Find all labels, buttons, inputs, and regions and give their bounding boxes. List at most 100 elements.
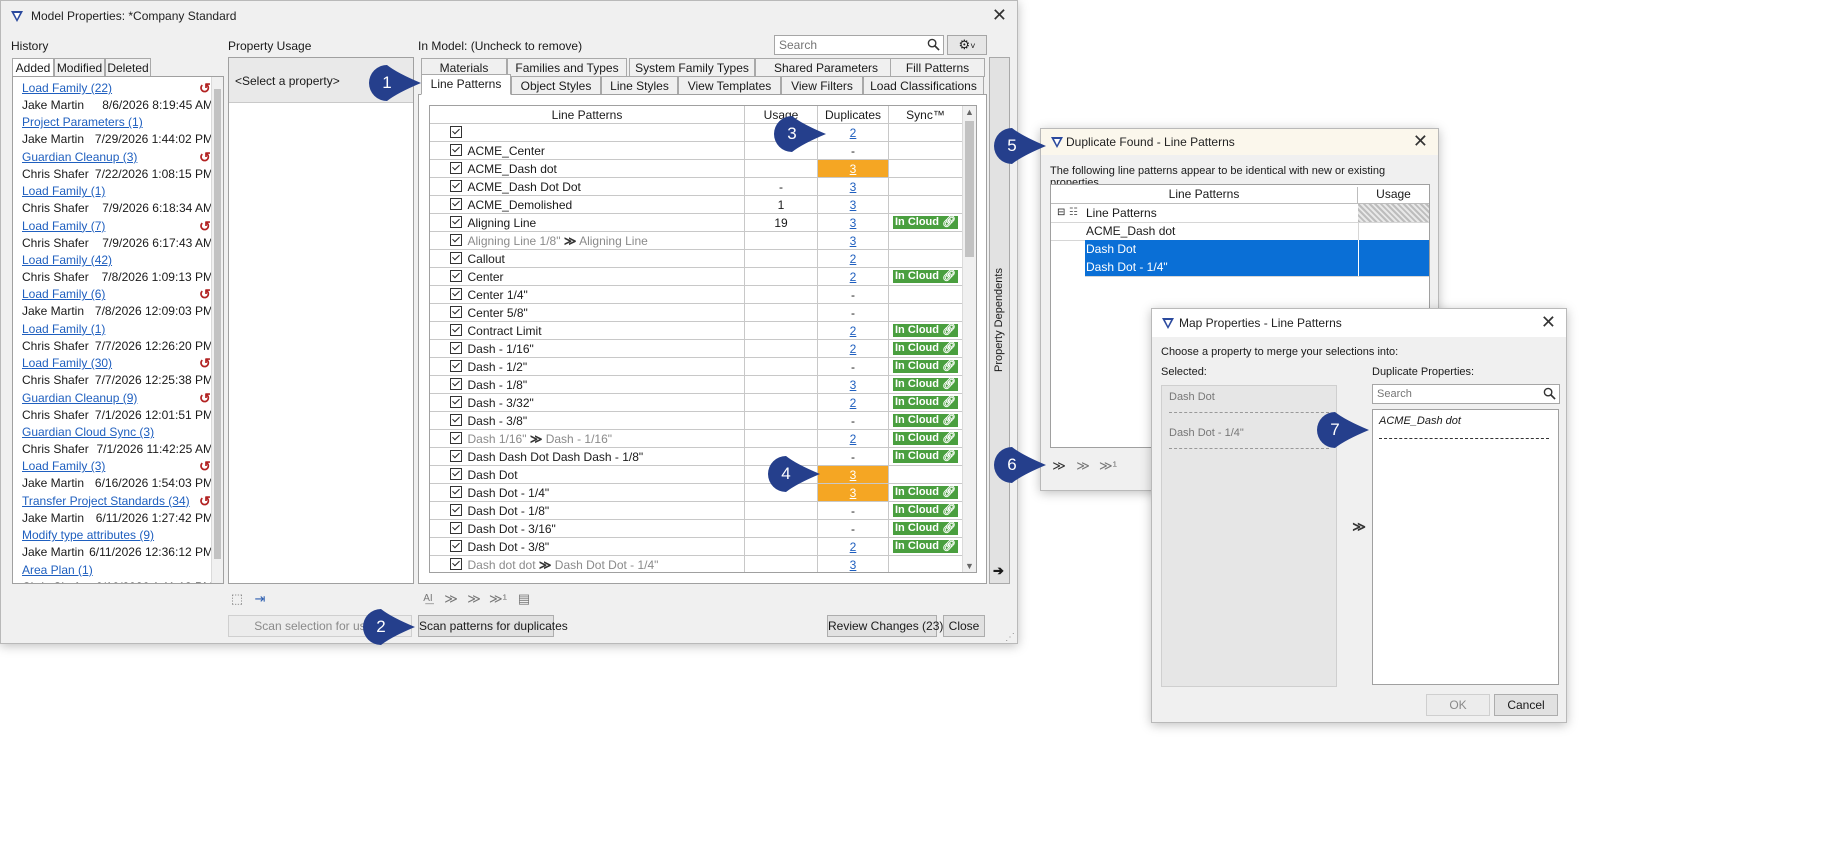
history-item[interactable]: Transfer Project Standards (34) ↺ Jake Ma… <box>13 492 213 526</box>
history-title[interactable]: Guardian Cleanup (3) <box>22 150 137 164</box>
tab-system-family-types[interactable]: System Family Types <box>629 58 755 77</box>
table-row[interactable]: ACME_Center - <box>430 141 963 160</box>
table-row[interactable]: Dash Dot - 1/8" - In Cloud 🔗︎ <box>430 501 963 520</box>
col-line-patterns[interactable]: Line Patterns <box>1051 187 1358 203</box>
tab-object-styles[interactable]: Object Styles <box>511 76 601 95</box>
map-one-icon[interactable]: ≫¹ <box>489 590 507 608</box>
duplicates-link[interactable]: 3 <box>850 162 857 176</box>
tree-item-dash-dot-quarter[interactable]: Dash Dot - 1/4" <box>1085 258 1429 277</box>
history-item[interactable]: Load Family (30) ↺ Chris Shafer 7/7/2026 … <box>13 354 213 388</box>
tab-view-templates[interactable]: View Templates <box>678 76 781 95</box>
history-title[interactable]: Load Family (6) <box>22 287 105 301</box>
map-selected-icon[interactable]: ≫ <box>1074 457 1092 475</box>
keep-checkbox[interactable] <box>449 521 462 534</box>
duplicates-link[interactable]: 3 <box>850 234 857 248</box>
keep-checkbox[interactable] <box>449 269 462 282</box>
search-input[interactable] <box>777 36 921 54</box>
close-icon[interactable]: ✕ <box>1541 312 1556 333</box>
table-row[interactable]: Aligning Line 1/8" ≫ Aligning Line 3 <box>430 231 963 250</box>
table-row[interactable]: Aligning Line 19 3 In Cloud 🔗︎ <box>430 213 963 232</box>
grid-scrollbar[interactable]: ▲ ▼ <box>962 106 976 572</box>
keep-checkbox[interactable] <box>449 323 462 336</box>
keep-checkbox[interactable] <box>449 377 462 390</box>
map-icon[interactable]: ≫ <box>1050 457 1068 475</box>
cancel-button[interactable]: Cancel <box>1494 694 1558 716</box>
settings-button[interactable]: ⚙˅ <box>947 35 987 55</box>
duplicate-search-box[interactable] <box>1372 384 1560 404</box>
history-item[interactable]: Project Parameters (1) Jake Martin 7/29/… <box>13 113 213 147</box>
scrollbar-thumb[interactable] <box>214 89 221 559</box>
history-title[interactable]: Load Family (3) <box>22 459 105 473</box>
keep-checkbox[interactable] <box>449 467 462 480</box>
table-row[interactable]: ACME_Demolished 1 3 <box>430 195 963 214</box>
tab-load-classifications[interactable]: Load Classifications <box>863 76 984 95</box>
tab-line-patterns[interactable]: Line Patterns <box>421 74 511 95</box>
history-item[interactable]: Modify type attributes (9) Jake Martin 6… <box>13 526 213 560</box>
scan-patterns-button[interactable]: Scan patterns for duplicates <box>418 615 568 637</box>
tree-item-dash-dot[interactable]: Dash Dot <box>1085 240 1429 259</box>
duplicates-link[interactable]: 2 <box>850 252 857 266</box>
table-row[interactable]: Dash Dash Dot Dash Dash - 1/8" - In Clou… <box>430 447 963 466</box>
search-icon[interactable] <box>927 38 940 51</box>
map-one-icon[interactable]: ≫¹ <box>1099 457 1117 475</box>
close-button[interactable]: Close <box>943 615 985 637</box>
duplicates-link[interactable]: 3 <box>850 198 857 212</box>
history-scrollbar[interactable] <box>211 77 223 583</box>
keep-checkbox[interactable] <box>449 251 462 264</box>
merge-arrow-icon[interactable]: ≫ <box>1350 518 1368 536</box>
keep-checkbox[interactable] <box>449 431 462 444</box>
table-row[interactable]: Dash 1/16" ≫ Dash - 1/16" 2 In Cloud 🔗︎ <box>430 429 963 448</box>
table-row[interactable]: Dash Dot - 3/8" 2 In Cloud 🔗︎ <box>430 537 963 556</box>
export-icon[interactable]: ⇥ <box>251 590 269 608</box>
map-icon[interactable]: ≫ <box>442 590 460 608</box>
keep-checkbox[interactable] <box>449 287 462 300</box>
keep-checkbox[interactable] <box>449 503 462 516</box>
close-icon[interactable]: ✕ <box>992 5 1007 26</box>
history-item[interactable]: Guardian Cleanup (9) ↺ Chris Shafer 7/1/2… <box>13 389 213 423</box>
table-row[interactable]: Center 2 In Cloud 🔗︎ <box>430 267 963 286</box>
table-row[interactable]: Center 1/4" - <box>430 285 963 304</box>
table-row[interactable]: Contract Limit 2 In Cloud 🔗︎ <box>430 321 963 340</box>
table-row[interactable]: Dash - 1/2" - In Cloud 🔗︎ <box>430 357 963 376</box>
table-row[interactable]: Dash - 1/8" 3 In Cloud 🔗︎ <box>430 375 963 394</box>
history-item[interactable]: Guardian Cleanup (3) ↺ Chris Shafer 7/22/… <box>13 148 213 182</box>
keep-checkbox[interactable] <box>449 395 462 408</box>
keep-checkbox[interactable] <box>449 125 462 138</box>
history-title[interactable]: Area Plan (1) <box>22 563 93 577</box>
table-row[interactable]: Dash Dot 3 <box>430 465 963 484</box>
table-row[interactable]: Callout 2 <box>430 249 963 268</box>
arrow-right-icon[interactable]: ➔ <box>993 563 1004 579</box>
review-changes-button[interactable]: Review Changes (23) <box>827 615 943 637</box>
duplicates-link[interactable]: 3 <box>850 558 857 572</box>
duplicates-link[interactable]: 2 <box>850 270 857 284</box>
map-selected-icon[interactable]: ≫ <box>465 590 483 608</box>
history-item[interactable]: Guardian Cloud Sync (3) Chris Shafer 7/1… <box>13 423 213 457</box>
history-title[interactable]: Guardian Cleanup (9) <box>22 391 137 405</box>
tab-added[interactable]: Added <box>12 58 54 77</box>
col-line-patterns[interactable]: Line Patterns <box>430 106 745 124</box>
table-row[interactable]: ACME_Dash Dot Dot - 3 <box>430 177 963 196</box>
rename-icon[interactable]: A͟I <box>419 590 437 608</box>
history-item[interactable]: Area Plan (1) Chris Shafer 6/10/2026 1:1… <box>13 561 213 583</box>
keep-checkbox[interactable] <box>449 179 462 192</box>
history-item[interactable]: Load Family (6) ↺ Jake Martin 7/8/2026 12… <box>13 285 213 319</box>
duplicates-link[interactable]: 2 <box>850 126 857 140</box>
duplicate-search-input[interactable] <box>1375 385 1539 403</box>
scroll-down-icon[interactable]: ▼ <box>963 561 976 571</box>
keep-checkbox[interactable] <box>449 197 462 210</box>
history-title[interactable]: Modify type attributes (9) <box>22 528 154 542</box>
search-box[interactable] <box>774 35 944 55</box>
history-item[interactable]: Load Family (22) ↺ Jake Martin 8/6/2026 8… <box>13 79 213 113</box>
duplicates-link[interactable]: 2 <box>850 540 857 554</box>
duplicates-link[interactable]: 2 <box>850 342 857 356</box>
duplicates-link[interactable]: 2 <box>850 396 857 410</box>
collapse-icon[interactable]: ⊟ <box>1057 204 1065 222</box>
duplicates-link[interactable]: 3 <box>850 468 857 482</box>
table-row[interactable]: Dash dot dot ≫ Dash Dot Dot - 1/4" 3 <box>430 555 963 572</box>
select-in-model-icon[interactable]: ⬚ <box>228 590 246 608</box>
close-icon[interactable]: ✕ <box>1413 131 1428 152</box>
tab-modified[interactable]: Modified <box>54 58 105 77</box>
history-title[interactable]: Project Parameters (1) <box>22 115 143 129</box>
tab-line-styles[interactable]: Line Styles <box>601 76 678 95</box>
duplicates-link[interactable]: 2 <box>850 432 857 446</box>
